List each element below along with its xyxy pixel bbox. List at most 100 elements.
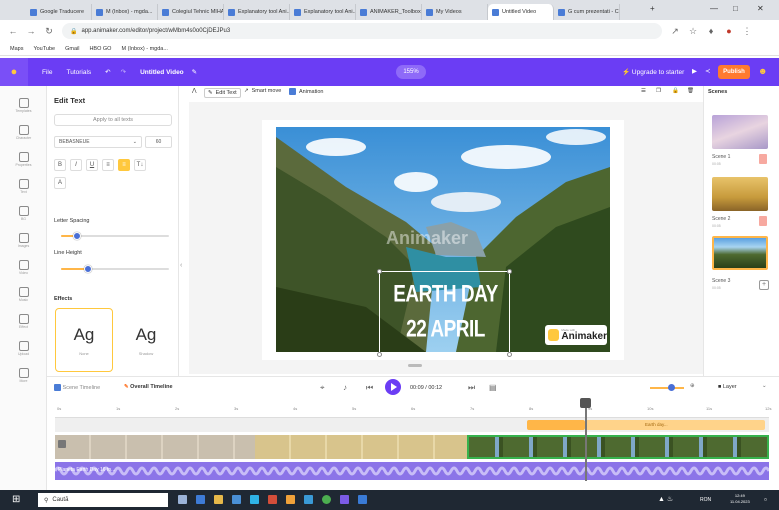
timeline-collapse-icon[interactable]: ⌄ [762,383,767,389]
browser-tab[interactable]: Colegiul Tehnic MIHAI [158,4,224,20]
undo-icon[interactable]: ↶ [105,68,110,76]
back-icon[interactable]: ← [8,26,18,36]
text-track-segment-start[interactable] [527,420,585,430]
browser-tab[interactable]: My Videos [422,4,488,20]
playhead-handle[interactable] [580,398,591,408]
resize-handle-br[interactable] [507,352,512,357]
effect-shadow[interactable]: Ag Shadow [117,308,175,372]
letter-spacing-handle[interactable] [73,232,82,240]
browser-tab[interactable]: Explanatory tool Ani... [290,4,356,20]
collapse-panel-icon[interactable]: ‹ [180,262,188,274]
smart-move-button[interactable]: ↗ Smart move [244,88,281,94]
rail-item-more[interactable]: More [0,362,47,388]
fit-screen-icon[interactable]: ⌖ [320,383,325,393]
underline-button[interactable]: U [86,159,98,171]
bold-button[interactable]: B [54,159,66,171]
scene-timeline-tab[interactable]: Scene Timeline [54,384,100,391]
italic-button[interactable]: I [70,159,82,171]
user-avatar-icon[interactable]: ☻ [758,66,767,76]
add-scene-button[interactable]: + [759,280,769,290]
selected-text-box[interactable]: EARTH DAY 22 APRIL [377,269,512,357]
publish-button[interactable]: Publish [718,65,750,79]
resize-handle-bl[interactable] [377,352,382,357]
scene-2-thumbnail[interactable] [712,177,768,211]
video-track-scene-3[interactable] [467,435,769,459]
extensions-icon[interactable]: ♦ [706,26,716,36]
menu-icon[interactable]: ⋮ [742,26,752,37]
browser-tab[interactable]: M (Inbox) - mgda... [92,4,158,20]
copy-icon[interactable]: ❐ [656,88,661,94]
upgrade-link[interactable]: ⚡ Upgrade to starter [622,68,684,76]
edit-title-icon[interactable]: ✎ [192,68,197,76]
video-track-scene-2[interactable] [255,435,467,459]
delete-icon[interactable]: 🗑 [687,88,694,94]
line-height-slider[interactable] [61,265,169,273]
rail-item-character[interactable]: Character [0,119,47,145]
captions-icon[interactable]: ▤ [489,383,497,392]
font-select[interactable]: BEBASNEUE ⌄ [54,136,142,148]
rail-item-templates[interactable]: Templates [0,92,47,118]
audio-track[interactable]: Planeta Earth Day 16 to... [55,462,769,480]
letter-spacing-slider[interactable] [61,232,169,240]
rail-item-text[interactable]: Text [0,173,47,199]
video-track-scene-1[interactable] [55,435,255,459]
browser-tab[interactable]: Explanatory tool Ani... [224,4,290,20]
line-height-handle[interactable] [84,265,92,273]
bookmark-youtube[interactable]: YouTube [33,46,55,52]
mic-icon[interactable]: ♪ [343,383,347,392]
zoom-level[interactable]: 155% [396,65,426,79]
share-app-icon[interactable]: ≺ [705,67,710,75]
skip-back-icon[interactable]: ⏮ [366,383,373,393]
browser-tab[interactable]: Untitled Video [488,4,554,20]
scene-1-thumbnail[interactable] [712,115,768,149]
app-icon-5[interactable] [286,495,295,504]
animaker-logo[interactable]: ● [0,58,28,86]
app-icon-1[interactable] [196,495,205,504]
file-explorer-icon[interactable] [214,495,223,504]
lock-icon[interactable]: 🔒 [672,88,679,94]
new-tab-icon[interactable]: + [650,4,655,13]
effect-none[interactable]: Ag None [55,308,113,372]
app-icon-8[interactable] [358,495,367,504]
layer-toggle[interactable]: ■ Layer [718,384,737,390]
file-menu[interactable]: File [42,69,52,76]
app-icon-2[interactable] [232,495,241,504]
rail-item-music[interactable]: Music [0,281,47,307]
layers-icon[interactable]: ☰ [641,88,646,94]
resize-handle-tr[interactable] [507,269,512,274]
text-track[interactable]: Earth day... [55,418,769,432]
bookmark-gmail[interactable]: Gmail [65,46,79,52]
text-track-segment[interactable]: Earth day... [585,420,765,430]
mute-track-icon[interactable] [58,440,66,448]
resize-handle-tl[interactable] [377,269,382,274]
browser-tab[interactable]: G cum prezentati - Cu... [554,4,620,20]
rail-item-video[interactable]: Video [0,254,47,280]
app-icon-6[interactable] [304,495,313,504]
bookmark-maps[interactable]: Maps [10,46,23,52]
notifications-icon[interactable]: ▫ [764,495,767,504]
reload-icon[interactable]: ↻ [44,26,54,37]
align-left-button[interactable]: ≡ [102,159,114,171]
browser-tab[interactable]: Google Traducere [26,4,92,20]
share-icon[interactable]: ↗ [670,26,680,37]
redo-icon[interactable]: ↷ [121,68,126,76]
bookmark-inbox[interactable]: M (Inbox) - mgda... [121,46,167,52]
profile-icon[interactable]: ● [724,26,734,36]
rail-item-bg[interactable]: BG [0,200,47,226]
zoom-in-icon[interactable]: ⊕ [690,383,695,389]
url-field[interactable]: 🔒 app.animaker.com/editor/project/wMbm4s… [62,23,662,39]
align-center-button[interactable]: ≡ [118,159,130,171]
timeline-zoom-slider[interactable] [650,384,684,391]
app-icon-4[interactable] [268,495,277,504]
maximize-icon[interactable]: □ [733,4,738,13]
overall-timeline-tab[interactable]: ✎ Overall Timeline [124,384,173,390]
font-size-stepper[interactable]: 60 [145,136,172,148]
text-case-button[interactable]: T↓ [134,159,146,171]
close-icon[interactable]: ✕ [757,4,764,13]
task-view-icon[interactable] [178,495,187,504]
chrome-icon[interactable] [322,495,331,504]
rail-item-upload[interactable]: Upload [0,335,47,361]
scene-2-delete-icon[interactable] [759,216,767,226]
browser-tab[interactable]: ANIMAKER_Toolbox [356,4,422,20]
animation-button[interactable]: Animation [289,88,323,95]
